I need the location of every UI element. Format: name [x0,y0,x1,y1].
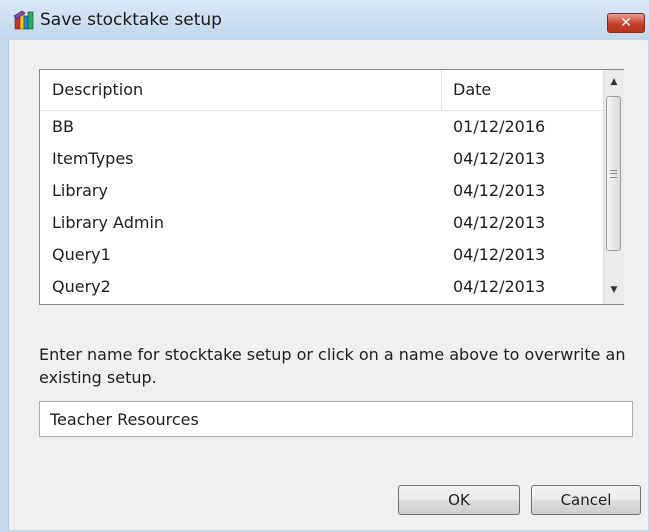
table-row[interactable]: Query2 04/12/2013 [40,271,603,303]
close-icon: ✕ [620,15,632,31]
dialog-client-area: Description Date BB 01/12/2016 ItemTypes… [8,40,648,530]
table-row[interactable]: BB 01/12/2016 [40,111,603,143]
instruction-text: Enter name for stocktake setup or click … [39,345,626,387]
vertical-scrollbar[interactable]: ▲ ▼ [603,70,624,304]
row-date: 04/12/2013 [453,213,546,232]
close-button[interactable]: ✕ [607,13,645,33]
scroll-up-button[interactable]: ▲ [604,72,624,92]
row-date: 01/12/2016 [453,117,546,136]
row-description: Query1 [52,245,111,264]
arrow-down-icon: ▼ [610,285,618,295]
column-header-description[interactable]: Description [52,80,143,99]
ok-button[interactable]: OK [398,485,520,515]
column-header-date[interactable]: Date [453,80,491,99]
column-separator[interactable] [441,70,442,110]
scroll-down-button[interactable]: ▼ [604,280,624,300]
row-date: 04/12/2013 [453,245,546,264]
row-description: Query2 [52,277,111,296]
list-header: Description Date [40,70,603,111]
row-date: 04/12/2013 [453,181,546,200]
table-row[interactable]: Library Admin 04/12/2013 [40,207,603,239]
scroll-thumb[interactable] [606,96,621,251]
dialog-window: Save stocktake setup ✕ Description Date … [0,0,649,532]
grip-icon [610,169,617,178]
window-title: Save stocktake setup [40,10,222,30]
cancel-button[interactable]: Cancel [531,485,641,515]
table-row[interactable]: Query1 04/12/2013 [40,239,603,271]
title-bar[interactable]: Save stocktake setup ✕ [0,0,649,40]
arrow-up-icon: ▲ [610,77,618,87]
row-description: Library Admin [52,213,165,232]
row-description: Library [52,181,108,200]
setup-list[interactable]: Description Date BB 01/12/2016 ItemTypes… [39,69,624,305]
stocktake-app-icon [13,10,35,30]
table-row[interactable]: Library 04/12/2013 [40,175,603,207]
row-date: 04/12/2013 [453,149,546,168]
row-description: ItemTypes [52,149,134,168]
row-description: BB [52,117,74,136]
table-row[interactable]: ItemTypes 04/12/2013 [40,143,603,175]
row-date: 04/12/2013 [453,277,546,296]
setup-name-input[interactable] [39,401,633,437]
